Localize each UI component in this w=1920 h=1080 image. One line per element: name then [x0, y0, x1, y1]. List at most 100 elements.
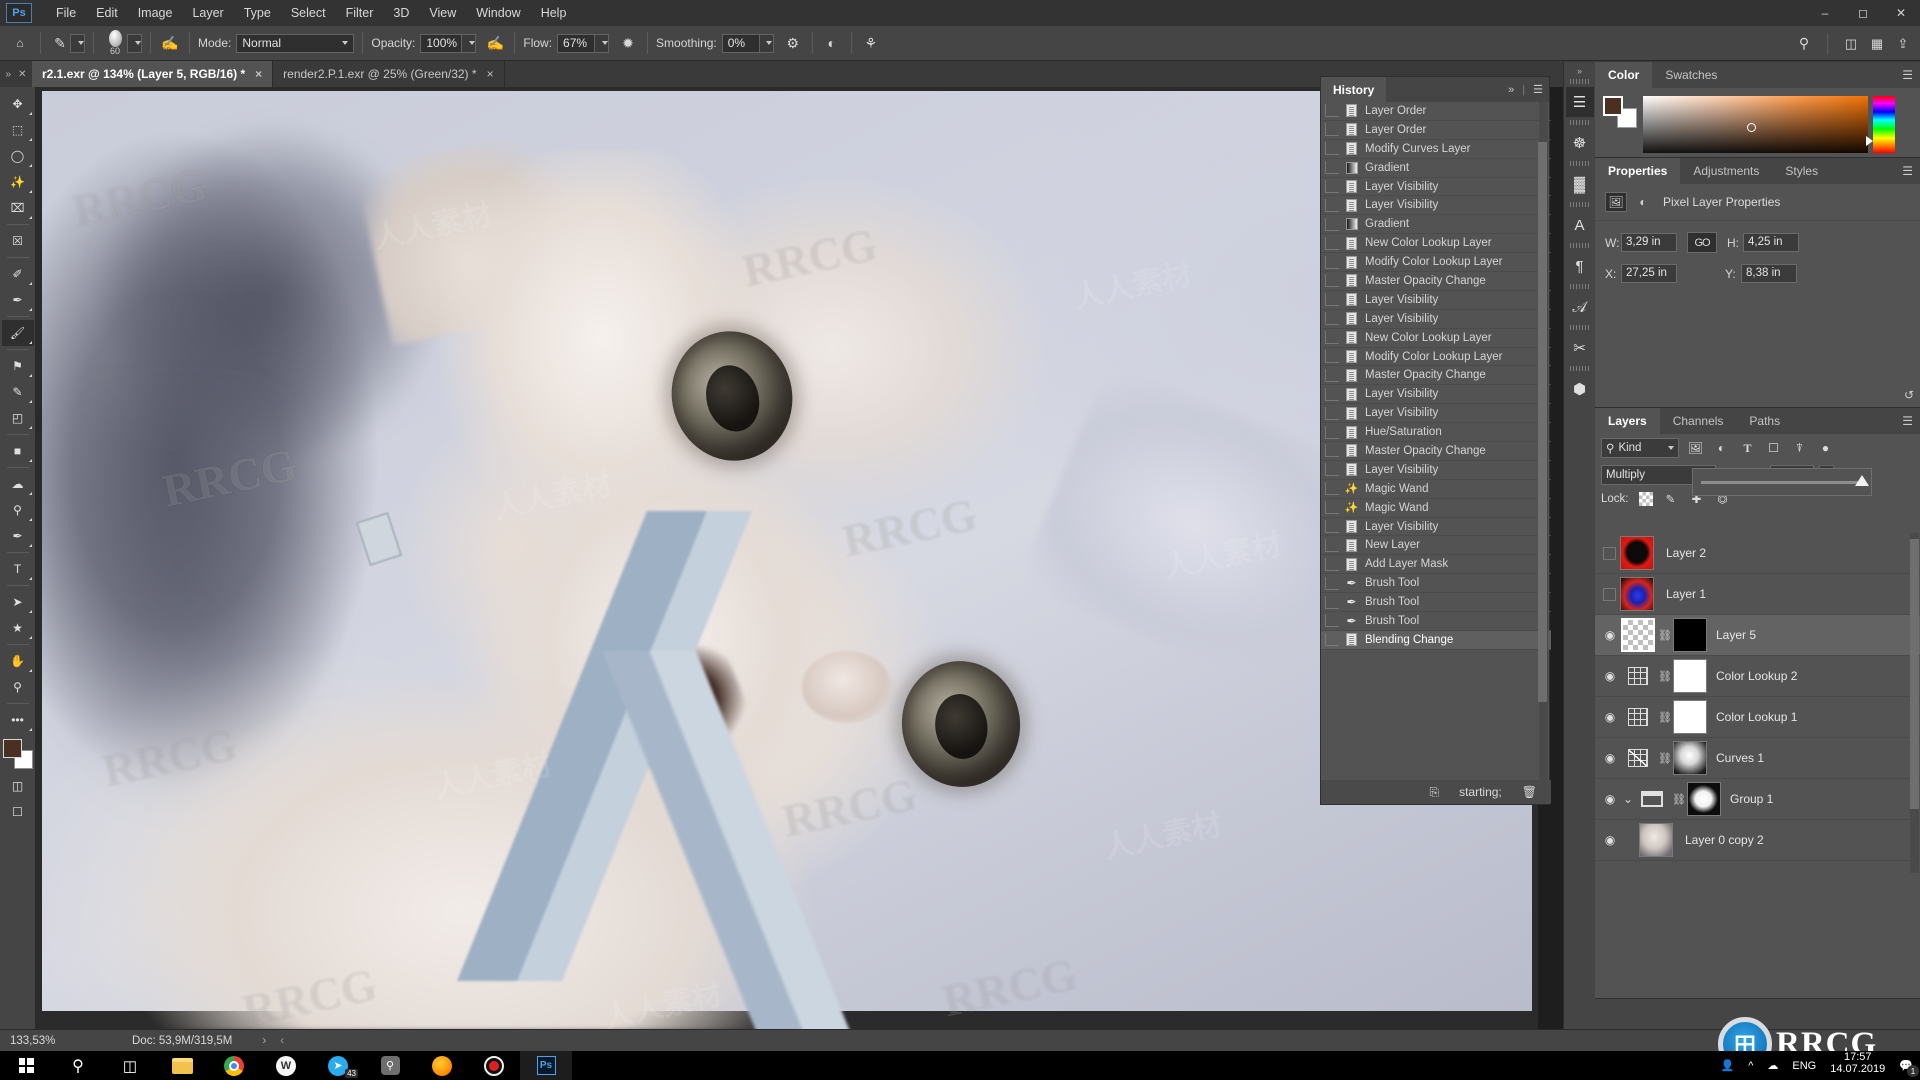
quick-mask-icon[interactable]: ◫ [2, 773, 34, 799]
cloud-icon[interactable]: ☁ [1760, 1051, 1785, 1080]
history-source-box[interactable] [1325, 368, 1339, 382]
dock-group-grip[interactable] [1569, 366, 1590, 371]
width-input[interactable]: 3,29 in [1621, 233, 1677, 252]
file-explorer-button[interactable] [156, 1051, 208, 1080]
history-item[interactable]: Blending Change [1321, 630, 1551, 650]
layer-thumbnail[interactable] [1635, 782, 1669, 816]
opacity-slider-popup[interactable] [1692, 468, 1872, 496]
history-list[interactable]: Layer Order Layer Order Modify Curves Laye… [1321, 102, 1551, 782]
tab-styles[interactable]: Styles [1772, 158, 1831, 184]
history-source-box[interactable] [1325, 123, 1339, 137]
history-item[interactable]: ✨ Magic Wand [1321, 499, 1551, 518]
crop-tool-icon[interactable]: ⌧ [2, 195, 34, 221]
dock-group-grip[interactable] [1569, 284, 1590, 289]
move-tool-icon[interactable]: ✥ [2, 91, 34, 117]
path-selection-tool-icon[interactable]: ➤ [2, 589, 34, 615]
layer-name[interactable]: Layer 5 [1716, 628, 1756, 642]
brush-tool-icon[interactable]: 🖌 [1, 320, 34, 346]
screen-mode-icon[interactable]: ☐ [2, 799, 34, 825]
history-item[interactable]: Layer Visibility [1321, 404, 1551, 424]
menu-type[interactable]: Type [234, 2, 281, 24]
start-button[interactable] [0, 1051, 52, 1080]
layer-name[interactable]: Layer 0 copy 2 [1685, 833, 1764, 847]
home-icon[interactable]: ⌂ [8, 32, 32, 54]
layer-name[interactable]: Layer 2 [1666, 546, 1706, 560]
panel-menu-icon[interactable]: ☰ [1902, 414, 1913, 428]
info-icon[interactable]: ▓ [1566, 169, 1594, 199]
recorder-button[interactable] [468, 1051, 520, 1080]
filter-adjustment-icon[interactable]: ◐ [1712, 439, 1731, 458]
foreground-color-swatch[interactable] [2, 739, 22, 758]
tab-history[interactable]: History [1321, 77, 1387, 102]
history-item[interactable]: Layer Visibility [1321, 518, 1551, 537]
share-icon[interactable]: ⇪ [1892, 33, 1914, 55]
smoothing-input[interactable]: 0% [721, 33, 760, 53]
layer-row[interactable]: Layer 1 [1595, 574, 1920, 615]
history-source-box[interactable] [1325, 482, 1339, 496]
tab-paths[interactable]: Paths [1736, 408, 1793, 434]
y-input[interactable]: 8,38 in [1741, 264, 1797, 283]
history-source-box[interactable] [1325, 142, 1339, 156]
history-item[interactable]: Modify Curves Layer [1321, 140, 1551, 159]
history-scrollbar[interactable] [1538, 102, 1548, 782]
lock-image-pixels-icon[interactable]: ✎ [1663, 491, 1679, 507]
tab-layers[interactable]: Layers [1595, 408, 1660, 434]
layer-list[interactable]: Layer 2 Layer 1 ◉ ⛓ Layer 5 ◉ ⛓ Color Lookup 2 ◉… [1595, 533, 1920, 873]
filter-toggle-icon[interactable]: ● [1816, 439, 1835, 458]
libraries-icon[interactable]: ☰ [1565, 87, 1594, 117]
mask-link-icon[interactable]: ⛓ [1658, 629, 1672, 642]
tool-presets-icon[interactable]: ✂ [1566, 333, 1594, 363]
custom-shape-tool-icon[interactable]: ★ [2, 615, 34, 641]
history-item[interactable]: ✒ Brush Tool [1321, 593, 1551, 613]
tab-handle[interactable]: » ✕ [0, 61, 32, 87]
chevron-up-icon[interactable]: ^ [1741, 1051, 1760, 1080]
chevron-down-icon[interactable]: ⌄ [1621, 792, 1635, 806]
layer-thumbnail[interactable] [1620, 577, 1654, 611]
horizontal-type-tool-icon[interactable]: T [2, 556, 34, 582]
brush-preset-panel-icon[interactable]: ✍ [159, 32, 181, 54]
layer-mask-thumbnail[interactable] [1687, 782, 1721, 816]
spot-healing-brush-tool-icon[interactable]: ✒ [2, 287, 34, 313]
tab-adjustments[interactable]: Adjustments [1680, 158, 1772, 184]
layer-name[interactable]: Layer 1 [1666, 587, 1706, 601]
eyedropper-tool-icon[interactable]: ✐ [2, 261, 34, 287]
layer-visibility-icon[interactable] [1603, 546, 1616, 560]
layer-row[interactable]: ◉ ⛓ Curves 1 [1595, 738, 1920, 779]
dodge-tool-icon[interactable]: ⚲ [2, 497, 34, 523]
history-item[interactable]: New Color Lookup Layer [1321, 329, 1551, 348]
mask-link-icon[interactable]: ⛓ [1672, 793, 1686, 806]
chevron-right-icon[interactable]: › [262, 1035, 266, 1047]
layer-row[interactable]: ◉ ⌄ ⛓ Group 1 [1595, 779, 1920, 820]
menu-window[interactable]: Window [466, 2, 530, 24]
history-source-box[interactable] [1325, 180, 1339, 193]
arrange-documents-icon[interactable]: ◫ [1840, 33, 1862, 55]
notifications-icon[interactable]: 💬 1 [1892, 1051, 1920, 1080]
opacity-chevron-icon[interactable] [461, 33, 477, 53]
dock-group-grip[interactable] [1569, 243, 1590, 248]
pixel-layer-icon[interactable]: 🖼 [1605, 192, 1627, 212]
minimize-button[interactable]: – [1806, 0, 1844, 26]
brush-angle-icon[interactable]: ◐ [821, 32, 843, 54]
eraser-tool-icon[interactable]: ◰ [2, 405, 34, 431]
mask-icon[interactable]: ◐ [1632, 192, 1654, 212]
hue-slider[interactable] [1866, 96, 1895, 153]
history-source-box[interactable] [1325, 557, 1339, 571]
history-source-box[interactable] [1325, 293, 1339, 307]
menu-file[interactable]: File [46, 2, 86, 24]
history-item[interactable]: ✨ Magic Wand [1321, 480, 1551, 499]
pressure-opacity-icon[interactable]: ✍ [484, 32, 506, 54]
app-button[interactable]: W [260, 1051, 312, 1080]
layer-visibility-icon[interactable]: ◉ [1599, 833, 1621, 847]
history-source-box[interactable] [1325, 331, 1339, 345]
close-icon[interactable]: × [487, 67, 494, 81]
zoom-tool-icon[interactable]: ⚲ [2, 674, 34, 700]
filter-kind-dropdown[interactable]: ⚲ Kind [1601, 438, 1679, 458]
menu-image[interactable]: Image [128, 2, 183, 24]
height-input[interactable]: 4,25 in [1743, 233, 1799, 252]
filter-pixel-icon[interactable]: 🖼 [1686, 439, 1705, 458]
rectangular-marquee-tool-icon[interactable]: ⬚ [2, 117, 34, 143]
history-item[interactable]: Layer Order [1321, 102, 1551, 121]
history-source-box[interactable] [1325, 425, 1339, 439]
history-source-box[interactable] [1325, 633, 1339, 647]
layer-mask-thumbnail[interactable] [1673, 659, 1707, 693]
